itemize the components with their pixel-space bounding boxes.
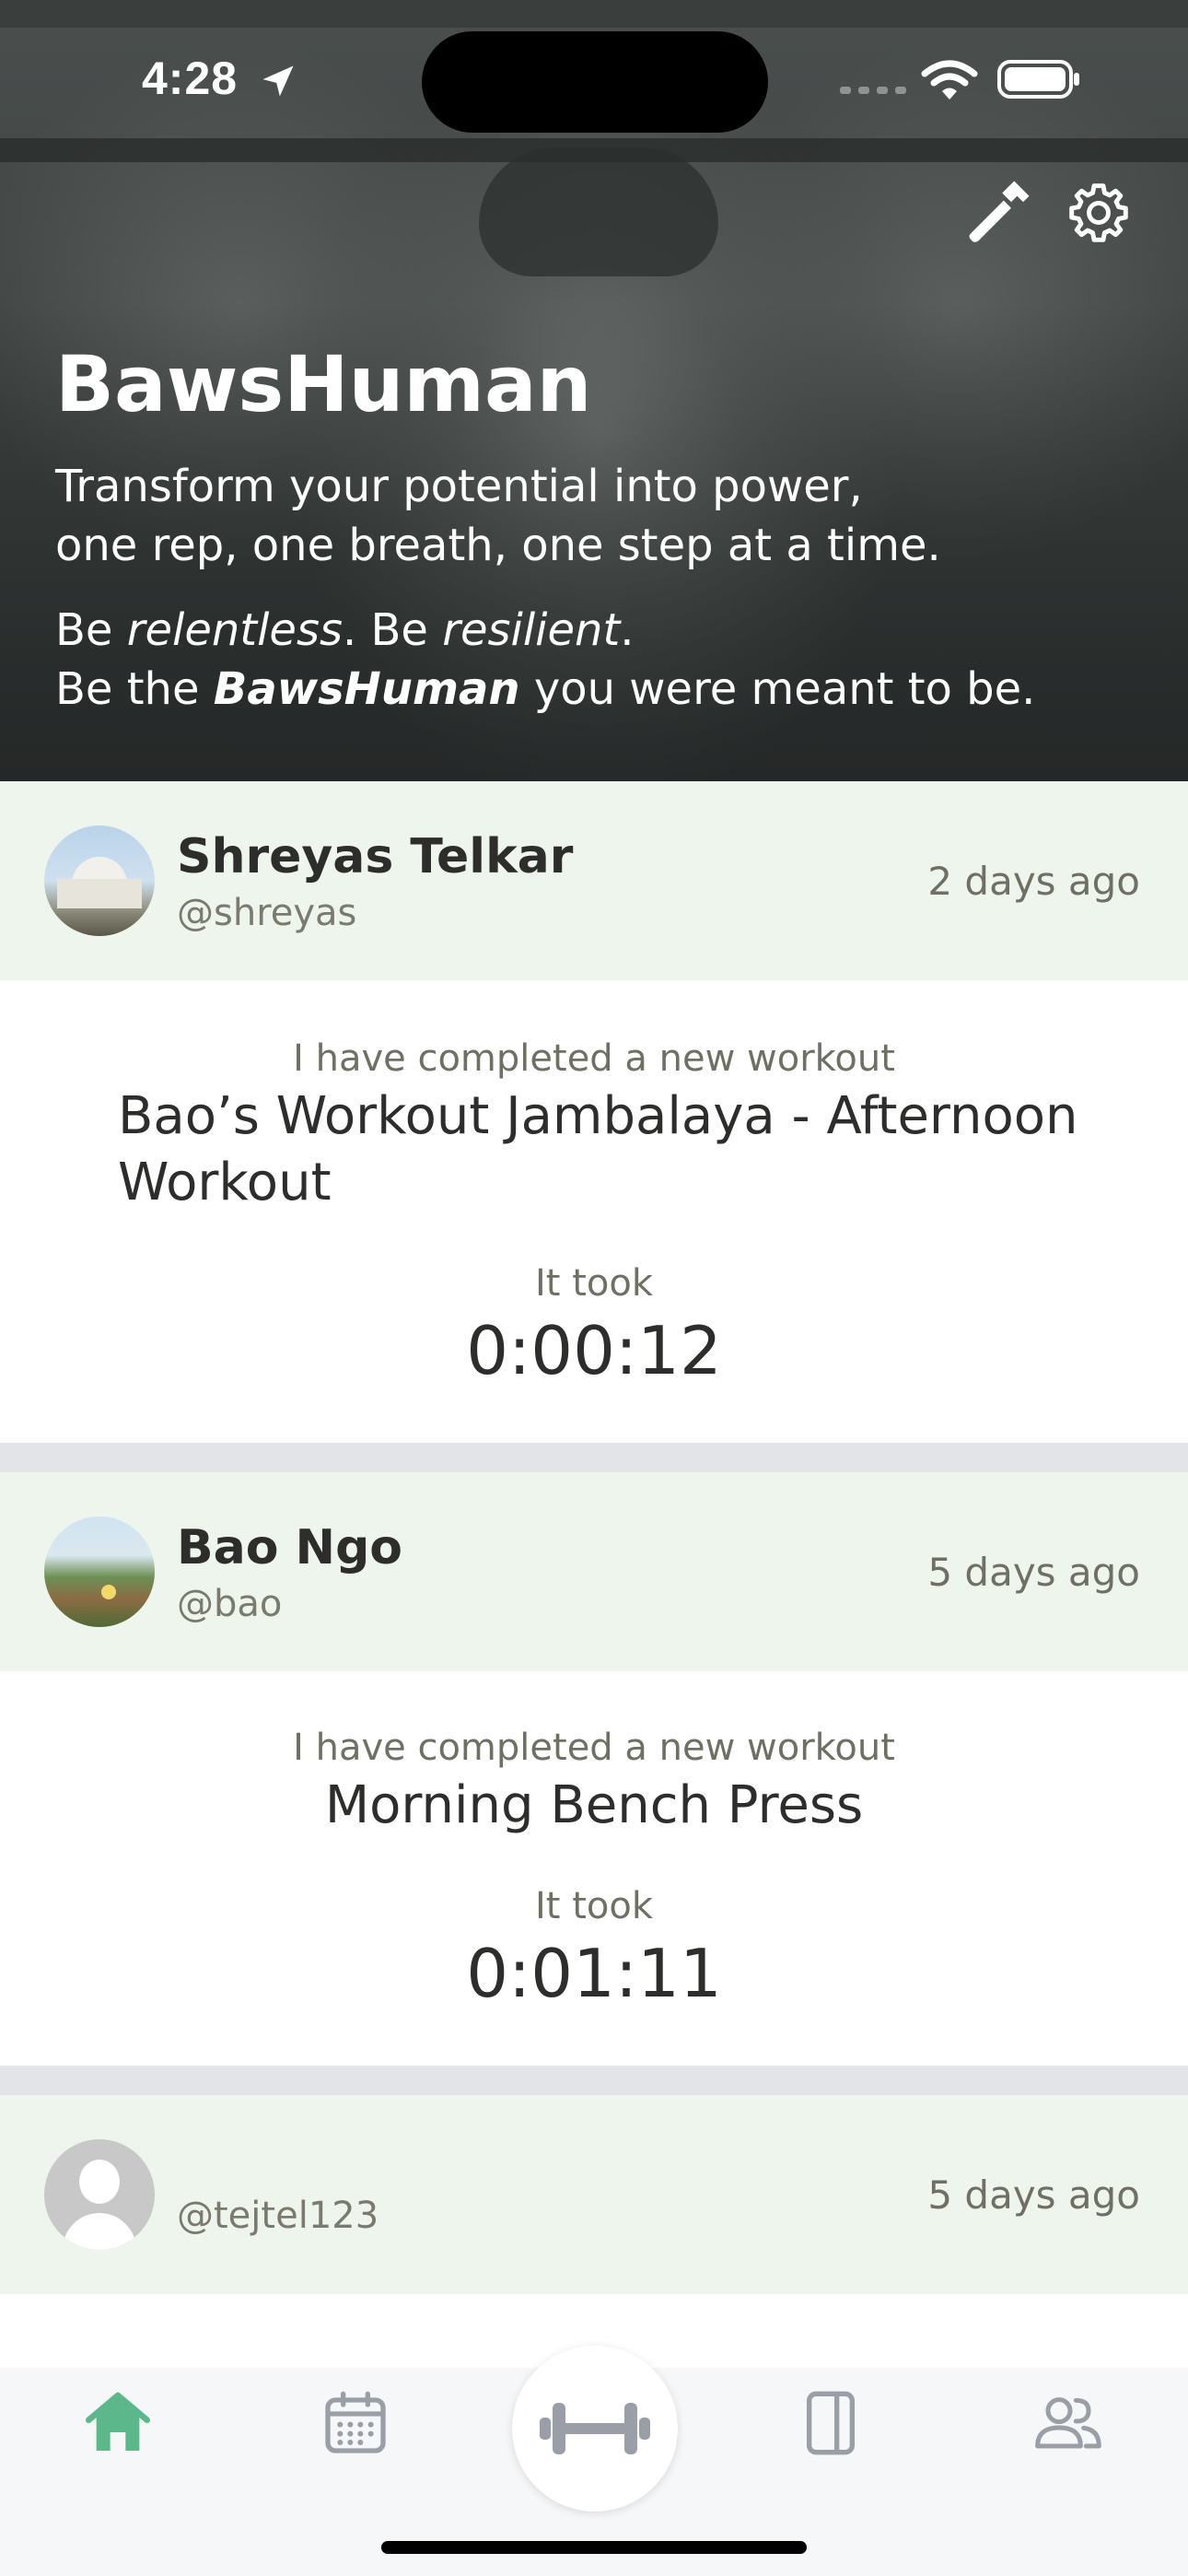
motto-text: Be the <box>55 663 214 715</box>
completed-label: I have completed a new workout <box>293 1727 895 1769</box>
motto-relentless: relentless <box>126 604 343 656</box>
user-handle: @tejtel123 <box>177 2195 379 2237</box>
start-workout-button[interactable] <box>512 2346 678 2512</box>
motto-line-1: Be relentless. Be resilient. <box>55 601 1160 660</box>
workout-duration: 0:00:12 <box>466 1312 722 1389</box>
wifi-icon <box>921 60 978 100</box>
post-time: 5 days ago <box>927 2172 1140 2218</box>
user-name[interactable]: Bao Ngo <box>177 1520 402 1575</box>
avatar[interactable] <box>44 1516 155 1627</box>
tagline: Transform your potential into power, one… <box>55 457 1142 575</box>
motto: Be relentless. Be resilient. Be the Baws… <box>55 601 1160 719</box>
community-icon[interactable] <box>1031 2386 1105 2460</box>
post-divider <box>0 1443 1188 1472</box>
completed-label: I have completed a new workout <box>293 1037 895 1080</box>
hero-banner: 4:28 BawsHuman Transform your potential … <box>0 0 1188 781</box>
post-divider <box>0 2066 1188 2095</box>
motto-resilient: resilient <box>442 604 621 656</box>
motto-text: . Be <box>342 604 443 656</box>
avatar[interactable] <box>44 825 155 936</box>
dynamic-island <box>422 31 768 133</box>
post-header[interactable]: Shreyas Telkar @shreyas 2 days ago <box>0 781 1188 980</box>
app-title: BawsHuman <box>55 339 592 429</box>
motto-line-2: Be the BawsHuman you were meant to be. <box>55 660 1160 719</box>
pullup-bar-top <box>0 0 1188 28</box>
motto-text: Be <box>55 604 127 656</box>
status-time: 4:28 <box>142 53 239 104</box>
motto-text: . <box>620 604 635 656</box>
dumbbell-icon <box>540 2403 650 2454</box>
took-label: It took <box>535 1885 653 1927</box>
post-time: 5 days ago <box>927 1550 1140 1595</box>
workout-title: Bao’s Workout Jambalaya - Afternoon Work… <box>118 1086 1078 1212</box>
user-handle: @shreyas <box>177 892 357 934</box>
hammer-icon[interactable] <box>963 175 1035 247</box>
user-name[interactable]: Shreyas Telkar <box>177 829 573 884</box>
location-arrow-icon <box>262 65 294 97</box>
post-header[interactable]: @tejtel123 5 days ago <box>0 2095 1188 2294</box>
battery-icon <box>997 60 1079 99</box>
journal-icon[interactable] <box>794 2386 868 2460</box>
workout-duration: 0:01:11 <box>466 1935 722 2012</box>
workout-title: Morning Bench Press <box>324 1775 864 1835</box>
athlete-silhouette <box>479 147 718 276</box>
home-icon[interactable] <box>81 2386 155 2460</box>
tagline-line-1: Transform your potential into power, <box>55 461 863 512</box>
calendar-icon[interactable] <box>319 2386 392 2460</box>
gear-icon[interactable] <box>1065 179 1133 247</box>
post-header[interactable]: Bao Ngo @bao 5 days ago <box>0 1472 1188 1671</box>
avatar[interactable] <box>44 2139 155 2250</box>
user-handle: @bao <box>177 1583 283 1625</box>
post-body[interactable]: I have completed a new workout Morning B… <box>0 1671 1188 2066</box>
motto-text: you were meant to be. <box>519 663 1036 715</box>
post-body[interactable]: I have completed a new workout Bao’s Wor… <box>0 980 1188 1443</box>
cellular-signal-icon <box>840 87 906 94</box>
home-indicator[interactable] <box>381 2541 807 2554</box>
tagline-line-2: one rep, one breath, one step at a time. <box>55 520 941 571</box>
motto-brand: BawsHuman <box>213 663 520 715</box>
took-label: It took <box>535 1262 653 1305</box>
post-time: 2 days ago <box>927 859 1140 904</box>
